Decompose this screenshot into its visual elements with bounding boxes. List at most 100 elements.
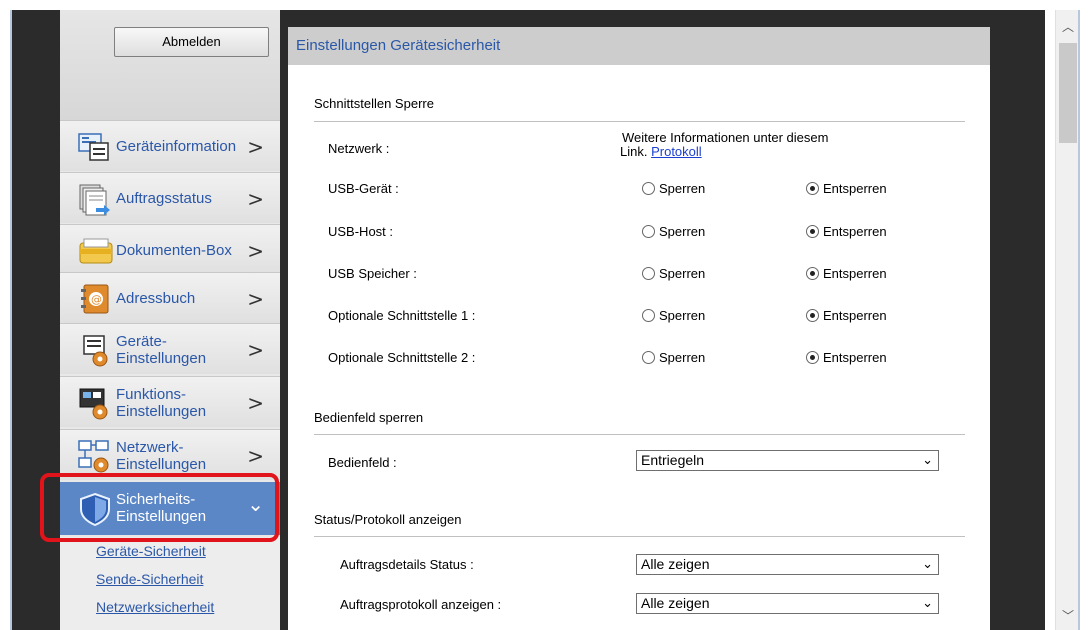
sidebar-item-label: Einstellungen [116, 403, 207, 420]
usb-device-label: USB-Gerät : [328, 181, 399, 196]
job-status-select[interactable]: Alle zeigen ⌄ [636, 554, 939, 575]
chevron-down-icon: ⌄ [922, 596, 933, 611]
panel-label: Bedienfeld : [328, 455, 397, 470]
scroll-down-icon[interactable]: ﹀ [1062, 607, 1074, 624]
section-title-panel-lock: Bedienfeld sperren [314, 410, 424, 425]
job-status-label: Auftragsdetails Status : [340, 557, 474, 572]
right-edge [1080, 0, 1090, 630]
subnav-send-security[interactable]: Sende-Sicherheit [96, 571, 203, 587]
sidebar-item-label: Netzwerk- [116, 439, 184, 456]
sidebar-subnav: Geräte-Sicherheit Sende-Sicherheit Netzw… [60, 537, 280, 630]
optional-interface-1-unlock-radio[interactable]: Entsperren [806, 308, 887, 323]
sidebar-item-label: Adressbuch [116, 290, 196, 307]
radio-label: Sperren [659, 308, 706, 323]
chevron-right-icon: > [247, 287, 264, 311]
section-title-status-log: Status/Protokoll anzeigen [314, 512, 462, 527]
radio-label: Entsperren [823, 308, 887, 323]
radio-checked-icon [806, 225, 819, 238]
radio-unchecked-icon [642, 309, 655, 322]
radio-label: Entsperren [823, 181, 887, 196]
sidebar-item-function-settings[interactable]: Funktions- Einstellungen > [60, 376, 280, 427]
section-title-interface-lock: Schnittstellen Sperre [314, 96, 434, 111]
optional-interface-2-unlock-radio[interactable]: Entsperren [806, 350, 887, 365]
section-divider [314, 121, 965, 122]
subnav-network-security[interactable]: Netzwerksicherheit [96, 599, 214, 615]
optional-interface-1-lock-radio[interactable]: Sperren [642, 308, 705, 323]
usb-host-unlock-radio[interactable]: Entsperren [806, 224, 887, 239]
sidebar-item-label: Einstellungen [116, 456, 207, 473]
optional-interface-1-label: Optionale Schnittstelle 1 : [328, 308, 476, 323]
subnav-device-security[interactable]: Geräte-Sicherheit [96, 543, 206, 559]
select-value: Alle zeigen [641, 595, 710, 611]
sidebar-item-label: Dokumenten-Box [116, 242, 232, 259]
radio-label: Sperren [659, 266, 706, 281]
panel-lock-select[interactable]: Entriegeln ⌄ [636, 450, 939, 471]
device-info-icon [78, 133, 109, 161]
job-log-select[interactable]: Alle zeigen ⌄ [636, 593, 939, 614]
scroll-up-icon[interactable]: ︿ [1062, 18, 1074, 35]
radio-unchecked-icon [642, 351, 655, 364]
svg-text:@: @ [91, 293, 102, 306]
select-value: Entriegeln [641, 452, 705, 468]
chevron-right-icon: > [247, 391, 264, 415]
usb-device-unlock-radio[interactable]: Entsperren [806, 181, 887, 196]
chevron-down-icon: ⌄ [922, 453, 933, 468]
sidebar-item-job-status[interactable]: Auftragsstatus > [60, 172, 280, 223]
sidebar-item-device-settings[interactable]: Geräte- Einstellungen > [60, 323, 280, 374]
chevron-right-icon: > [247, 135, 264, 159]
radio-unchecked-icon [642, 225, 655, 238]
usb-host-lock-radio[interactable]: Sperren [642, 224, 705, 239]
sidebar-item-document-box[interactable]: Dokumenten-Box > [60, 224, 280, 275]
select-value: Alle zeigen [641, 556, 710, 572]
scroll-thumb[interactable] [1059, 43, 1077, 143]
usb-host-label: USB-Host : [328, 224, 394, 239]
optional-interface-2-lock-radio[interactable]: Sperren [642, 350, 705, 365]
usb-storage-lock-radio[interactable]: Sperren [642, 266, 705, 281]
sidebar-item-address-book[interactable]: @ Adressbuch > [60, 272, 280, 323]
radio-label: Sperren [659, 181, 706, 196]
radio-label: Sperren [659, 350, 706, 365]
address-book-icon: @ [81, 284, 109, 314]
page-title: Einstellungen Gerätesicherheit [288, 27, 990, 65]
optional-interface-2-label: Optionale Schnittstelle 2 : [328, 350, 476, 365]
network-settings-icon [78, 440, 109, 473]
usb-device-lock-radio[interactable]: Sperren [642, 181, 705, 196]
radio-label: Sperren [659, 224, 706, 239]
network-info-link-prefix: Link. [620, 144, 648, 159]
usb-storage-label: USB Speicher : [328, 266, 417, 281]
sidebar-item-label: Geräte- [116, 333, 167, 350]
radio-checked-icon [806, 309, 819, 322]
sidebar-item-label: Auftragsstatus [116, 190, 212, 207]
browser-frame: Abmelden Geräteinformation > Auftragssta… [0, 0, 1090, 630]
function-settings-icon [79, 388, 108, 420]
main-content: Einstellungen Gerätesicherheit Schnittst… [288, 27, 990, 630]
sidebar-item-device-info[interactable]: Geräteinformation > [60, 120, 280, 171]
highlight-box [40, 473, 279, 542]
radio-label: Entsperren [823, 350, 887, 365]
section-divider [314, 434, 965, 435]
sidebar-item-label: Funktions- [116, 386, 187, 403]
radio-label: Entsperren [823, 266, 887, 281]
logout-button[interactable]: Abmelden [114, 27, 269, 57]
radio-checked-icon [806, 351, 819, 364]
network-info: Weitere Informationen unter diesem Link.… [620, 130, 882, 159]
vertical-scrollbar[interactable]: ︿ ﹀ [1055, 10, 1080, 630]
device-settings-icon [83, 335, 108, 367]
radio-label: Entsperren [823, 224, 887, 239]
protocol-link[interactable]: Protokoll [651, 144, 702, 159]
chevron-right-icon: > [247, 187, 264, 211]
chevron-right-icon: > [247, 338, 264, 362]
job-status-icon [79, 184, 110, 216]
radio-unchecked-icon [642, 267, 655, 280]
network-info-text: Weitere Informationen unter diesem [622, 130, 829, 145]
section-divider [314, 536, 965, 537]
document-box-icon [79, 238, 113, 264]
chevron-right-icon: > [247, 239, 264, 263]
network-label: Netzwerk : [328, 141, 390, 156]
sidebar-item-label: Geräteinformation [116, 138, 237, 155]
radio-unchecked-icon [642, 182, 655, 195]
radio-checked-icon [806, 267, 819, 280]
job-log-label: Auftragsprotokoll anzeigen : [340, 597, 502, 612]
chevron-right-icon: > [247, 444, 264, 468]
usb-storage-unlock-radio[interactable]: Entsperren [806, 266, 887, 281]
